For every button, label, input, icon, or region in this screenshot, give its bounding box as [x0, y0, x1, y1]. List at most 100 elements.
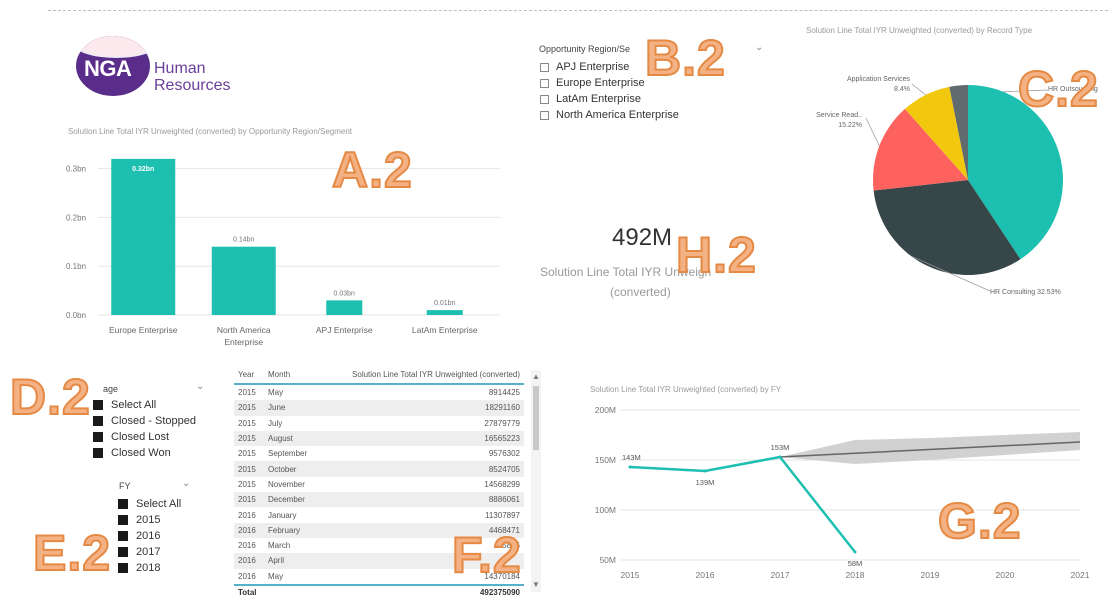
x-tick-label: Europe Enterprise: [109, 325, 178, 335]
col-header-value[interactable]: Solution Line Total IYR Unweighted (conv…: [332, 366, 524, 385]
nga-logo: NGA: [76, 36, 150, 96]
data-point: [628, 465, 632, 469]
x-tick-label: APJ Enterprise: [316, 325, 373, 335]
data-point: [778, 455, 782, 459]
checkbox-icon[interactable]: [118, 547, 128, 557]
chevron-down-icon[interactable]: ⌄: [196, 381, 204, 392]
y-tick-label: 200M: [595, 405, 616, 415]
checkbox-icon[interactable]: [118, 515, 128, 525]
checkbox-icon[interactable]: [93, 416, 103, 426]
data-label: 153M: [771, 443, 790, 452]
table-row: 2015 June 18291160: [234, 400, 524, 416]
fy-option-select-all[interactable]: Select All: [118, 498, 181, 510]
slice-value: 8.4%: [894, 86, 910, 93]
y-tick-label: 150M: [595, 455, 616, 465]
annotation-label-a: A.2: [331, 142, 413, 198]
data-label: 0.01bn: [434, 300, 456, 307]
bar: [326, 300, 363, 315]
total-label: Total: [234, 583, 264, 600]
total-value: 492375090: [332, 583, 524, 600]
x-tick-label: North America: [217, 325, 271, 335]
checkbox-icon[interactable]: [118, 563, 128, 573]
data-point: [853, 550, 857, 554]
fy-option-2018[interactable]: 2018: [118, 562, 160, 574]
data-label: 0.14bn: [233, 237, 255, 244]
x-tick-label: 2015: [621, 570, 640, 580]
table-row: 2015 September 9576302: [238, 449, 520, 459]
stage-option-closed-stopped[interactable]: Closed - Stopped: [93, 415, 196, 427]
annotation-label-b: B.2: [644, 30, 726, 86]
logo-initials: NGA: [84, 56, 132, 81]
slice-label: Service Read..: [816, 112, 862, 119]
bar-chart-title: Solution Line Total IYR Unweighted (conv…: [68, 127, 353, 136]
scroll-down-icon[interactable]: ▼: [532, 580, 540, 589]
fy-option-2017[interactable]: 2017: [118, 546, 160, 558]
bar: [211, 246, 276, 315]
annotation-label-e: E.2: [32, 525, 112, 581]
leader-line: [865, 117, 880, 147]
region-option-europe[interactable]: Europe Enterprise: [540, 77, 645, 89]
table-row: 2016 January 11307897: [238, 510, 520, 520]
fy-option-2016[interactable]: 2016: [118, 530, 160, 542]
table-row: 2015 July 27879779: [238, 418, 520, 428]
checkbox-icon[interactable]: [540, 62, 549, 72]
line-chart-title: Solution Line Total IYR Unweighted (conv…: [590, 385, 782, 394]
checkbox-icon[interactable]: [118, 531, 128, 541]
region-option-north-america[interactable]: North America Enterprise: [540, 109, 679, 121]
checkbox-icon[interactable]: [93, 400, 103, 410]
data-label: 0.32bn: [132, 166, 154, 173]
scroll-up-icon[interactable]: ▲: [532, 372, 540, 381]
logo-word-resources: Resources: [154, 77, 231, 94]
bar-chart: 0.0bn 0.1bn 0.2bn 0.3bn 0.32bn Europe Enterpr…: [66, 158, 500, 347]
annotation-label-g: G.2: [937, 493, 1022, 549]
data-label: 0.03bn: [334, 290, 356, 297]
table-row: 2015 August 16565223: [234, 430, 524, 447]
chevron-down-icon[interactable]: ⌄: [755, 42, 763, 53]
table-row: 2015 October 8524705: [234, 461, 524, 477]
checkbox-icon[interactable]: [540, 110, 549, 120]
checkbox-icon[interactable]: [540, 78, 549, 88]
fy-option-2015[interactable]: 2015: [118, 514, 160, 526]
annotation-label-c: C.2: [1017, 61, 1099, 117]
stage-option-closed-lost[interactable]: Closed Lost: [93, 431, 169, 443]
series-line: [629, 455, 856, 553]
x-tick-label: Enterprise: [224, 337, 263, 347]
x-tick-label: 2017: [771, 570, 790, 580]
col-header-year[interactable]: Year: [234, 366, 264, 385]
bar: [426, 310, 463, 315]
checkbox-icon[interactable]: [540, 94, 549, 104]
y-tick-label: 100M: [595, 505, 616, 515]
y-tick-label: 50M: [599, 555, 616, 565]
pie-chart-title: Solution Line Total IYR Unweighted (conv…: [806, 26, 1033, 35]
top-divider: [48, 10, 1108, 11]
checkbox-icon[interactable]: [93, 432, 103, 442]
card-label-line2: (converted): [610, 285, 671, 299]
x-tick-label: 2016: [696, 570, 715, 580]
line-chart: 50M 100M 150M 200M 2015 2016 2017 2018 2019 2020 2…: [595, 405, 1090, 580]
x-tick-label: 2021: [1071, 570, 1090, 580]
region-slicer-header: Opportunity Region/Se: [539, 44, 631, 54]
forecast-band: [780, 432, 1080, 464]
annotation-label-d: D.2: [9, 369, 91, 425]
table-total-row: Total 492375090: [234, 583, 524, 600]
slice-label: HR Consulting 32.53%: [990, 289, 1061, 296]
slice-label: Application Services: [847, 76, 911, 83]
fy-slicer-header: FY: [119, 481, 131, 491]
x-tick-label: 2019: [921, 570, 940, 580]
annotation-label-f: F.2: [451, 527, 522, 583]
checkbox-icon[interactable]: [118, 499, 128, 509]
col-header-month[interactable]: Month: [264, 366, 332, 385]
data-point: [703, 469, 707, 473]
data-label: 139M: [696, 478, 715, 487]
x-tick-label: LatAm Enterprise: [412, 325, 478, 335]
chevron-down-icon[interactable]: ⌄: [182, 478, 190, 489]
region-option-latam[interactable]: LatAm Enterprise: [540, 93, 641, 105]
region-option-apj[interactable]: APJ Enterprise: [540, 61, 629, 73]
data-label: 143M: [622, 453, 641, 462]
table-scroll-thumb[interactable]: [533, 386, 539, 450]
x-tick-label: 2020: [996, 570, 1015, 580]
stage-option-closed-won[interactable]: Closed Won: [93, 447, 171, 459]
x-tick-label: 2018: [846, 570, 865, 580]
stage-option-select-all[interactable]: Select All: [93, 399, 156, 411]
checkbox-icon[interactable]: [93, 448, 103, 458]
